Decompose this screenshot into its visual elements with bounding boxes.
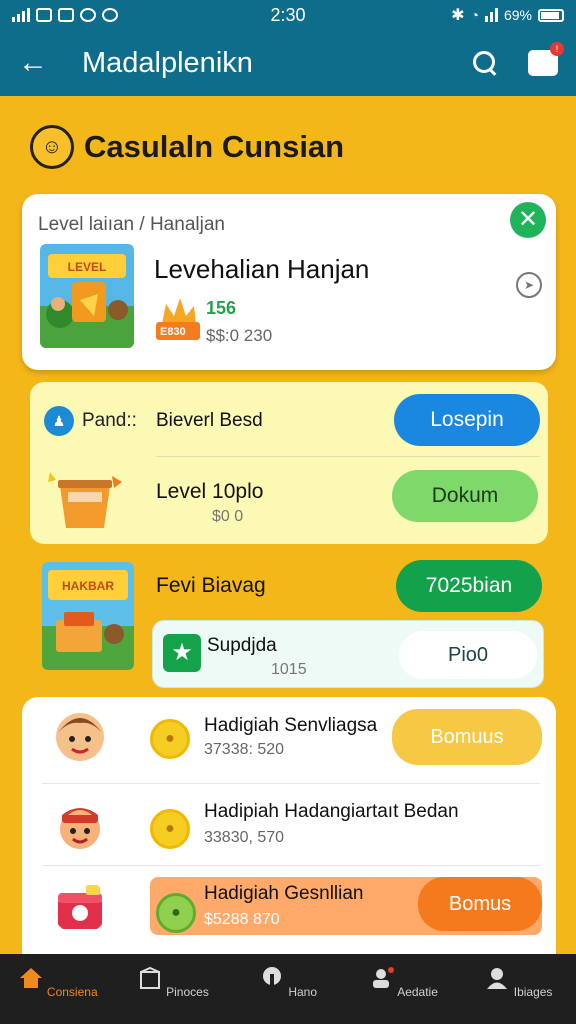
panel-label: Pand:: xyxy=(82,410,137,431)
green-action-button[interactable]: 7025bian xyxy=(396,560,542,612)
green-coin-icon: ● xyxy=(156,893,196,933)
nav-item-aedatie[interactable]: Aedatie xyxy=(346,954,461,1024)
level-panel: ♟ Pand:: Bieverl Besd Losepin Level 10pl… xyxy=(30,382,548,544)
share-icon[interactable]: ➤ xyxy=(516,272,542,298)
section-title: Casulaln Cunsian xyxy=(84,129,345,164)
wifi-icon: ◔ xyxy=(470,7,479,23)
divider xyxy=(156,456,540,457)
breadcrumb: Level laiıan / Hanaljan xyxy=(38,214,225,235)
cell-signal-icon xyxy=(484,8,498,22)
nav-label: Ibiages xyxy=(513,985,553,999)
notification-badge: ! xyxy=(550,42,564,56)
status-icons-right: ✱ ◔ 69% xyxy=(451,5,564,25)
bonus-button[interactable]: Bomus xyxy=(418,877,542,931)
star-icon: ★ xyxy=(163,634,201,672)
section-header: ☺ Casulaln Cunsian xyxy=(30,125,344,169)
featured-level-card[interactable]: Level laiıan / Hanaljan ✕ LEVEL Levehali… xyxy=(22,194,556,370)
svg-text:LEVEL: LEVEL xyxy=(68,260,107,274)
subcard-value: 1015 xyxy=(271,661,307,678)
battery-icon xyxy=(538,8,564,22)
reward-subcard[interactable]: ★ Supdjda 1015 Pio0 xyxy=(152,620,544,688)
app-bar: ← Madalplenikn ! xyxy=(0,30,576,96)
nav-label: Aedatie xyxy=(397,985,438,999)
status-time: 2:30 xyxy=(270,4,306,25)
nav-item-consiena[interactable]: Consiena xyxy=(0,954,115,1024)
battery-percent: 69% xyxy=(503,7,532,23)
nav-label: Consiena xyxy=(46,985,98,999)
person-icon: ♟ xyxy=(44,406,74,436)
game-thumbnail-2: HAKBAR xyxy=(42,562,134,670)
losepin-button[interactable]: Losepin xyxy=(394,394,540,446)
avatar xyxy=(56,713,104,761)
game-thumbnail: LEVEL xyxy=(40,244,134,348)
level-cost: $0 0 xyxy=(212,508,244,525)
list-item-title: Hadigiah Senvliagsa xyxy=(204,715,378,736)
bonus-list: ● Hadigiah Senvliagsa 37338: 520 Bomuus … xyxy=(22,697,556,955)
bonus-button[interactable]: Bomuus xyxy=(392,709,542,765)
signal-icon xyxy=(12,8,30,22)
level-price: 156 xyxy=(206,298,237,318)
divider xyxy=(42,865,540,866)
list-item-title: Hadipiah Hadangiartaıt Bedan xyxy=(204,801,459,822)
subcard-title: Supdjda xyxy=(207,635,277,656)
status-bar: 2:30 ✱ ◔ 69% xyxy=(0,0,576,30)
panel-label-secondary: Bieverl Besd xyxy=(156,410,263,431)
level-subtext: $$:0 230 xyxy=(206,326,273,345)
nav-label: Hano xyxy=(288,985,318,999)
pio-button[interactable]: Pio0 xyxy=(399,631,537,679)
nav-item-hano[interactable]: Hano xyxy=(230,954,345,1024)
list-item-sub: 33830, 570 xyxy=(204,829,285,846)
home-icon xyxy=(19,968,42,988)
user-alert-icon xyxy=(372,967,394,988)
search-icon[interactable] xyxy=(472,50,498,76)
list-item[interactable]: ● Hadigiah Senvliagsa 37338: 520 Bomuus xyxy=(22,697,556,781)
nav-item-ibiages[interactable]: Ibiages xyxy=(461,954,576,1024)
music-icon xyxy=(102,8,118,22)
chat-icon[interactable]: ! xyxy=(528,42,564,76)
coin-logo-icon: ☺ xyxy=(30,125,74,169)
drink-cup-icon xyxy=(48,472,122,528)
dokum-button[interactable]: Dokum xyxy=(392,470,538,522)
list-item-title: Hadigiah Gesnllian xyxy=(204,883,364,904)
gift-box-icon xyxy=(58,885,102,929)
level-name: Level 10plo xyxy=(156,480,264,503)
list-item[interactable]: ● Hadigiah Gesnllian $5288 870 Bomus xyxy=(22,871,556,955)
image-icon xyxy=(58,8,74,22)
lock-icon xyxy=(262,967,281,986)
box-icon xyxy=(139,966,160,989)
list-item-sub: 37338: 520 xyxy=(204,741,285,758)
close-button[interactable]: ✕ xyxy=(510,202,546,238)
list-item-sub: $5288 870 xyxy=(204,911,280,928)
notification-icon xyxy=(36,8,52,22)
coin-icon: ● xyxy=(150,719,190,759)
nav-item-pinoces[interactable]: Pinoces xyxy=(115,954,230,1024)
back-arrow-icon[interactable]: ← xyxy=(18,46,58,80)
coin-icon: ● xyxy=(150,809,190,849)
list-item[interactable]: ● Hadipiah Hadangiartaıt Bedan 33830, 57… xyxy=(22,785,556,869)
divider xyxy=(42,783,540,784)
svg-text:HAKBAR: HAKBAR xyxy=(62,579,114,593)
game-title: Fevi Biavag xyxy=(156,574,266,597)
profile-icon xyxy=(487,968,508,989)
avatar xyxy=(60,808,100,849)
nav-label: Pinoces xyxy=(166,985,209,999)
bluetooth-icon: ✱ xyxy=(451,7,465,24)
level-title: Levehalian Hanjan xyxy=(154,254,370,284)
app-title: Madalplenikn xyxy=(82,46,253,79)
app-notification-icon xyxy=(80,8,96,22)
bottom-nav: Consiena Pinoces Hano Aedatie Ibiages xyxy=(0,954,576,1024)
badge-code: E830 xyxy=(160,326,186,338)
status-icons-left xyxy=(12,8,118,22)
